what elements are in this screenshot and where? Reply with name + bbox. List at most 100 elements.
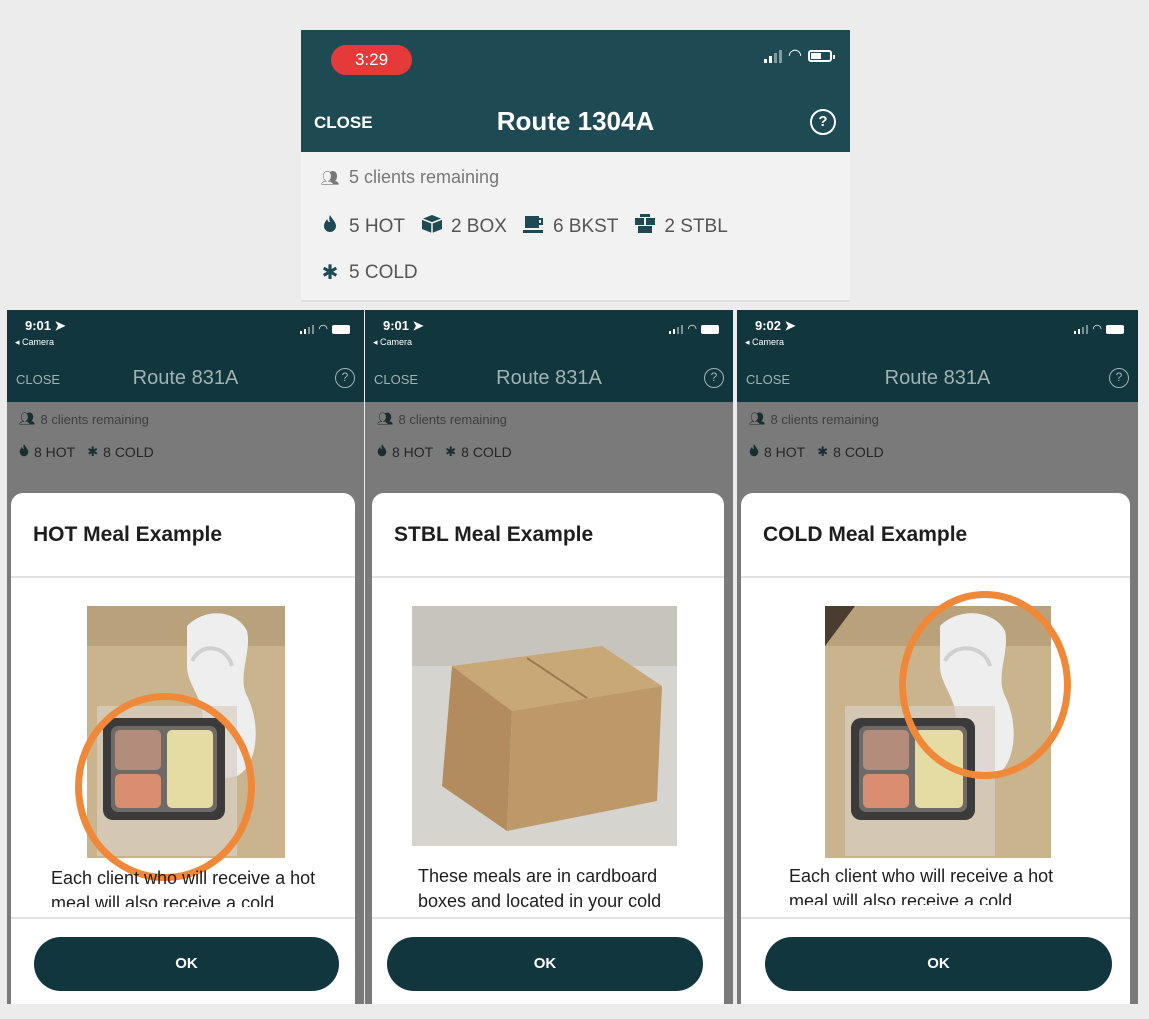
snowflake-icon: ✱ xyxy=(445,444,457,459)
meal-tag: 5 HOT xyxy=(349,215,405,237)
status-time: 9:02 ➤ xyxy=(755,318,796,333)
route-title: Route 831A xyxy=(132,367,239,389)
clients-remaining: 👥︎ 8 clients remaining xyxy=(749,411,879,427)
modal-text-line: meal will also receive a cold xyxy=(789,891,1013,905)
meal-tags: 8 HOT ✱ 8 COLD xyxy=(19,444,166,460)
coffee-icon xyxy=(522,214,545,239)
status-time-badge: 3:29 xyxy=(331,45,412,75)
people-icon: 👥︎ xyxy=(377,411,394,426)
modal-title: HOT Meal Example xyxy=(33,523,223,546)
ok-button[interactable]: OK xyxy=(765,937,1112,991)
phone-screen-stbl: 9:01 ➤ ◂ Camera ◠ CLOSE Route 831A ? 👥︎ … xyxy=(365,310,733,1004)
signal-icon xyxy=(300,324,315,334)
question-circle-icon[interactable]: ? xyxy=(1109,368,1129,388)
modal-description: Each client who will receive a hot meal … xyxy=(789,864,1119,905)
meal-tag: 8 HOT xyxy=(392,444,434,460)
modal-description: These meals are in cardboard boxes and l… xyxy=(418,864,708,914)
highlight-ring xyxy=(899,591,1071,779)
people-icon: 👥︎ xyxy=(320,169,340,187)
route-header: 9:01 ➤ ◂ Camera ◠ CLOSE Route 831A ? xyxy=(7,310,364,402)
back-to-camera-link[interactable]: ◂ Camera xyxy=(15,337,54,348)
modal-text-line: These meals are in cardboard xyxy=(418,866,658,886)
signal-icon xyxy=(669,324,684,334)
stbl-meal-photo xyxy=(412,606,677,846)
question-circle-icon[interactable]: ? xyxy=(335,368,355,388)
clients-remaining: 👥︎ 8 clients remaining xyxy=(19,411,149,427)
meal-tag: 8 COLD xyxy=(833,444,884,460)
modal-text-line: meal will also receive a cold xyxy=(51,893,275,907)
meal-tag: 6 BKST xyxy=(552,215,619,237)
top-route-screen: 3:29 ◠ CLOSE Route 1304A ? 👥︎ 5 clients … xyxy=(301,30,850,302)
flame-icon xyxy=(319,215,341,238)
snowflake-icon: ✱ xyxy=(321,262,339,284)
question-circle-icon[interactable]: ? xyxy=(810,109,836,135)
people-icon: 👥︎ xyxy=(19,411,36,426)
snowflake-icon: ✱ xyxy=(817,444,829,459)
meal-tags-row-1: 5 HOT 2 BOX 6 BKST 2 STBL xyxy=(319,214,744,239)
wifi-icon: ◠ xyxy=(318,323,328,335)
signal-icon xyxy=(1074,324,1089,334)
highlight-ring xyxy=(75,693,255,881)
status-time: 9:01 ➤ xyxy=(25,318,66,333)
modal-text-line: boxes and located in your cold xyxy=(418,891,662,911)
clients-remaining-label: 8 clients remaining xyxy=(40,411,149,427)
battery-icon xyxy=(808,50,835,62)
flame-icon xyxy=(377,444,387,460)
ok-button[interactable]: OK xyxy=(387,937,703,991)
signal-icon xyxy=(764,49,783,63)
wifi-icon: ◠ xyxy=(1092,323,1102,335)
meal-tag: 8 COLD xyxy=(461,444,512,460)
meal-tags: 8 HOT ✱ 8 COLD xyxy=(749,444,896,460)
modal-text-line: Each client who will receive a hot xyxy=(789,866,1054,886)
meal-tag: 5 COLD xyxy=(349,261,418,283)
shelf-box-icon xyxy=(634,214,656,239)
battery-icon xyxy=(332,324,350,334)
modal-title: STBL Meal Example xyxy=(394,523,594,546)
route-title: Route 831A xyxy=(496,367,602,389)
divider xyxy=(11,576,355,578)
back-to-camera-link[interactable]: ◂ Camera xyxy=(745,337,784,348)
clients-remaining-label: 8 clients remaining xyxy=(770,411,879,427)
divider xyxy=(741,576,1130,578)
wifi-icon: ◠ xyxy=(687,323,697,335)
modal-description: Each client who will receive a hot meal … xyxy=(51,866,351,907)
meal-tags: 8 HOT ✱ 8 COLD xyxy=(377,444,524,460)
route-title: Route 831A xyxy=(884,367,991,389)
flame-icon xyxy=(19,444,29,460)
divider xyxy=(11,917,355,919)
meal-example-modal: COLD Meal Example Each client who will r… xyxy=(741,493,1130,1004)
battery-icon xyxy=(1106,324,1124,334)
status-icons: ◠ xyxy=(764,47,835,64)
battery-icon xyxy=(701,324,719,334)
phone-screen-cold: 9:02 ➤ ◂ Camera ◠ CLOSE Route 831A ? 👥︎ … xyxy=(737,310,1138,1004)
meal-tag: 8 COLD xyxy=(103,444,154,460)
status-time: 9:01 ➤ xyxy=(383,318,424,333)
meal-example-modal: STBL Meal Example These meals are in car… xyxy=(372,493,724,1004)
meal-tag: 2 BOX xyxy=(450,215,507,237)
modal-text-line: Each client who will receive a hot xyxy=(51,868,316,888)
clients-remaining: 👥︎ 5 clients remaining xyxy=(319,167,499,188)
meal-tag: 2 STBL xyxy=(664,215,728,237)
meal-example-modal: HOT Meal Example Each client who will re… xyxy=(11,493,355,1004)
status-icons: ◠ xyxy=(300,322,350,336)
meal-tag: 8 HOT xyxy=(34,444,76,460)
meal-tags-row-2: ✱ 5 COLD xyxy=(319,260,434,285)
clients-remaining-label: 5 clients remaining xyxy=(349,167,500,187)
route-header: 3:29 ◠ CLOSE Route 1304A ? xyxy=(301,30,850,152)
flame-icon xyxy=(749,444,759,460)
divider xyxy=(741,917,1130,919)
modal-title: COLD Meal Example xyxy=(763,523,968,546)
ok-button[interactable]: OK xyxy=(34,937,339,991)
divider xyxy=(372,917,724,919)
status-icons: ◠ xyxy=(1074,322,1124,336)
box-icon xyxy=(421,214,443,239)
back-to-camera-link[interactable]: ◂ Camera xyxy=(373,337,412,348)
route-summary: 👥︎ 5 clients remaining 5 HOT 2 BOX 6 BKS… xyxy=(301,152,850,302)
meal-tag: 8 HOT xyxy=(764,444,806,460)
route-title: Route 1304A xyxy=(496,106,655,136)
route-header: 9:02 ➤ ◂ Camera ◠ CLOSE Route 831A ? xyxy=(737,310,1138,402)
wifi-icon: ◠ xyxy=(788,47,802,64)
people-icon: 👥︎ xyxy=(749,411,766,426)
status-icons: ◠ xyxy=(669,322,719,336)
question-circle-icon[interactable]: ? xyxy=(704,368,724,388)
